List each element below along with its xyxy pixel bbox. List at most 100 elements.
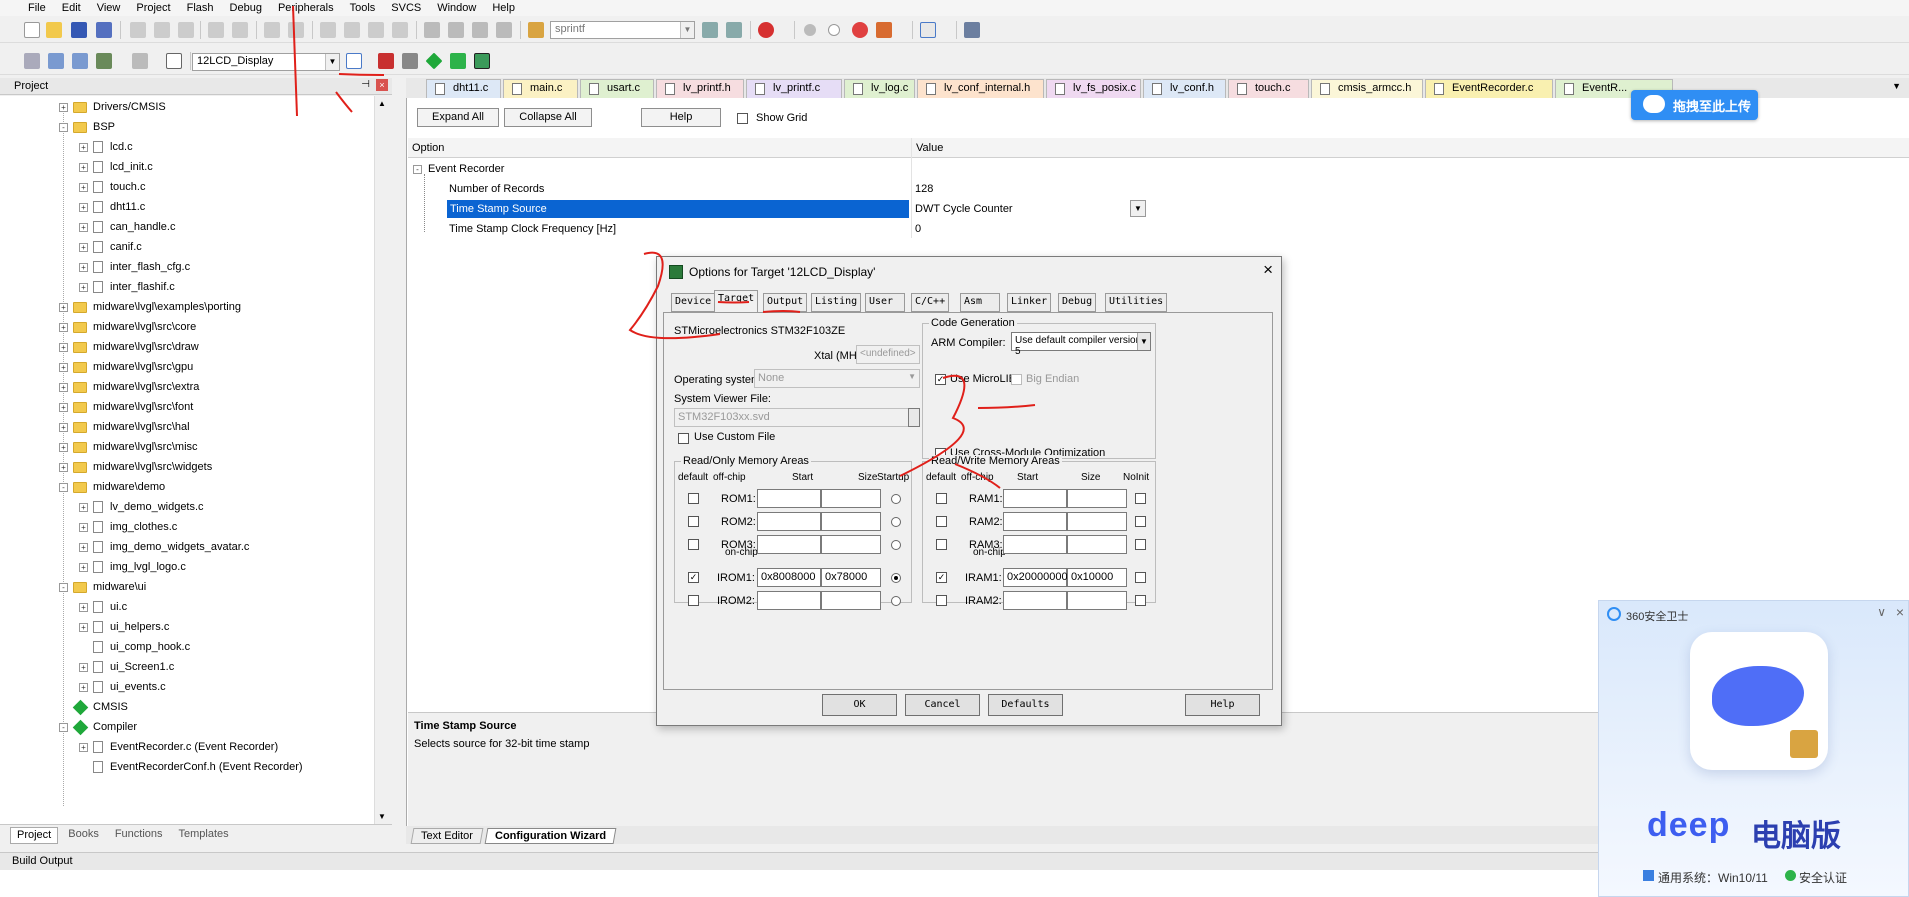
cancel-button[interactable]: Cancel [905,694,980,716]
paste-icon[interactable] [178,22,194,38]
expand-toggle[interactable]: + [59,402,68,412]
replace-icon[interactable] [726,22,742,38]
tree-item[interactable]: - Compiler [59,717,137,737]
file-tab[interactable]: main.c [503,79,578,98]
stop-build-icon[interactable] [132,53,148,69]
value-number-of-records[interactable]: 128 [915,183,933,195]
rw-default-checkbox[interactable] [936,493,947,504]
bookmark-prev-icon[interactable] [344,22,360,38]
tab-user[interactable]: User [865,293,905,312]
expand-toggle[interactable]: + [79,502,88,512]
expand-toggle[interactable]: + [79,202,88,212]
expand-toggle[interactable]: + [59,342,68,352]
ok-button[interactable]: OK [822,694,897,716]
tree-item[interactable]: + midware\lvgl\src\hal [59,417,190,437]
tree-item[interactable]: EventRecorderConf.h (Event Recorder) [79,757,303,777]
file-tab[interactable]: lv_fs_posix.c [1046,79,1141,98]
menu-help[interactable]: Help [484,2,523,14]
manage-project-icon[interactable] [378,53,394,69]
menu-peripherals[interactable]: Peripherals [270,2,342,14]
collapse-toggle[interactable]: - [59,722,68,732]
upload-badge[interactable]: 拖拽至此上传 [1631,90,1758,120]
collapse-toggle[interactable]: - [59,122,68,132]
rw-start-field[interactable] [1003,535,1067,554]
save-icon[interactable] [71,22,87,38]
window-layout-icon[interactable] [920,22,936,38]
tree-item[interactable]: + can_handle.c [79,217,175,237]
translate-icon[interactable] [24,53,40,69]
comment-icon[interactable] [472,22,488,38]
nav-forward-icon[interactable] [288,22,304,38]
os-select[interactable]: None ▼ [754,369,920,388]
expand-toggle[interactable]: + [79,682,88,692]
tree-item[interactable]: + midware\lvgl\src\font [59,397,193,417]
expand-toggle[interactable]: + [79,282,88,292]
breakpoint-icon[interactable] [804,24,816,36]
value-time-stamp-source[interactable]: DWT Cycle Counter [915,203,1013,215]
help-button[interactable]: Help [1185,694,1260,716]
bookmark-next-icon[interactable] [368,22,384,38]
indent-icon[interactable] [424,22,440,38]
tree-item[interactable]: + midware\lvgl\src\gpu [59,357,193,377]
ro-size-field[interactable] [821,512,881,531]
new-file-icon[interactable] [24,22,40,38]
pack-installer-icon[interactable] [450,53,466,69]
collapse-toggle[interactable]: - [413,165,422,174]
chevron-down-icon[interactable]: ▼ [680,22,694,38]
expand-toggle[interactable]: + [79,662,88,672]
nav-back-icon[interactable] [264,22,280,38]
uncomment-icon[interactable] [496,22,512,38]
tree-item[interactable]: + img_demo_widgets_avatar.c [79,537,249,557]
rw-start-field[interactable] [1003,489,1067,508]
show-grid-checkbox[interactable] [737,113,748,124]
tree-item[interactable]: + inter_flashif.c [79,277,175,297]
expand-toggle[interactable]: + [79,222,88,232]
deepseek-app-icon[interactable] [1690,632,1828,770]
noinit-checkbox[interactable] [1135,516,1146,527]
tree-item[interactable]: + lv_demo_widgets.c [79,497,204,517]
file-tab[interactable]: usart.c [580,79,654,98]
tree-item[interactable]: + ui.c [79,597,127,617]
expand-toggle[interactable]: + [79,142,88,152]
tab-utilities[interactable]: Utilities [1105,293,1168,312]
rw-start-field[interactable]: 0x20000000 [1003,568,1068,587]
open-folder-icon[interactable] [46,22,62,38]
cut-icon[interactable] [130,22,146,38]
close-icon[interactable]: × [1263,260,1273,280]
debug-settings-icon[interactable] [876,22,892,38]
chevron-down-icon[interactable]: ▼ [908,372,916,381]
rw-size-field[interactable]: 0x10000 [1067,568,1127,587]
menu-tools[interactable]: Tools [342,2,384,14]
menu-svcs[interactable]: SVCS [383,2,429,14]
tab-target[interactable]: Target [714,290,759,312]
undo-icon[interactable] [208,22,224,38]
download-icon[interactable] [166,53,182,69]
expand-toggle[interactable]: + [59,322,68,332]
ro-default-checkbox[interactable] [688,595,699,606]
event-recorder-node[interactable]: Event Recorder [428,163,504,175]
collapse-toggle[interactable]: - [59,582,68,592]
ro-size-field[interactable] [821,591,881,610]
tree-item[interactable]: + dht11.c [79,197,145,217]
expand-toggle[interactable]: + [59,442,68,452]
pin-icon[interactable]: ⊣ [361,79,370,90]
ro-start-field[interactable]: 0x8008000 [757,568,821,587]
ro-start-field[interactable] [757,489,821,508]
scroll-up-icon[interactable]: ▲ [378,99,386,108]
file-tab[interactable]: lv_log.c [844,79,915,98]
rw-default-checkbox[interactable] [936,539,947,550]
tree-item[interactable]: + midware\lvgl\src\widgets [59,457,212,477]
expand-toggle[interactable]: + [59,462,68,472]
expand-toggle[interactable]: + [79,542,88,552]
ro-size-field[interactable] [821,489,881,508]
menu-file[interactable]: File [20,2,54,14]
file-tab[interactable]: lv_printf.h [656,79,744,98]
tab-linker[interactable]: Linker [1007,293,1052,312]
tab-text-editor[interactable]: Text Editor [410,828,484,844]
run-time-env-icon[interactable] [425,52,443,70]
file-tab[interactable]: lv_printf.c [746,79,842,98]
breakpoint-kill-icon[interactable] [852,22,868,38]
noinit-checkbox[interactable] [1135,539,1146,550]
tree-item[interactable]: + img_clothes.c [79,517,177,537]
use-custom-file-checkbox[interactable] [678,433,689,444]
